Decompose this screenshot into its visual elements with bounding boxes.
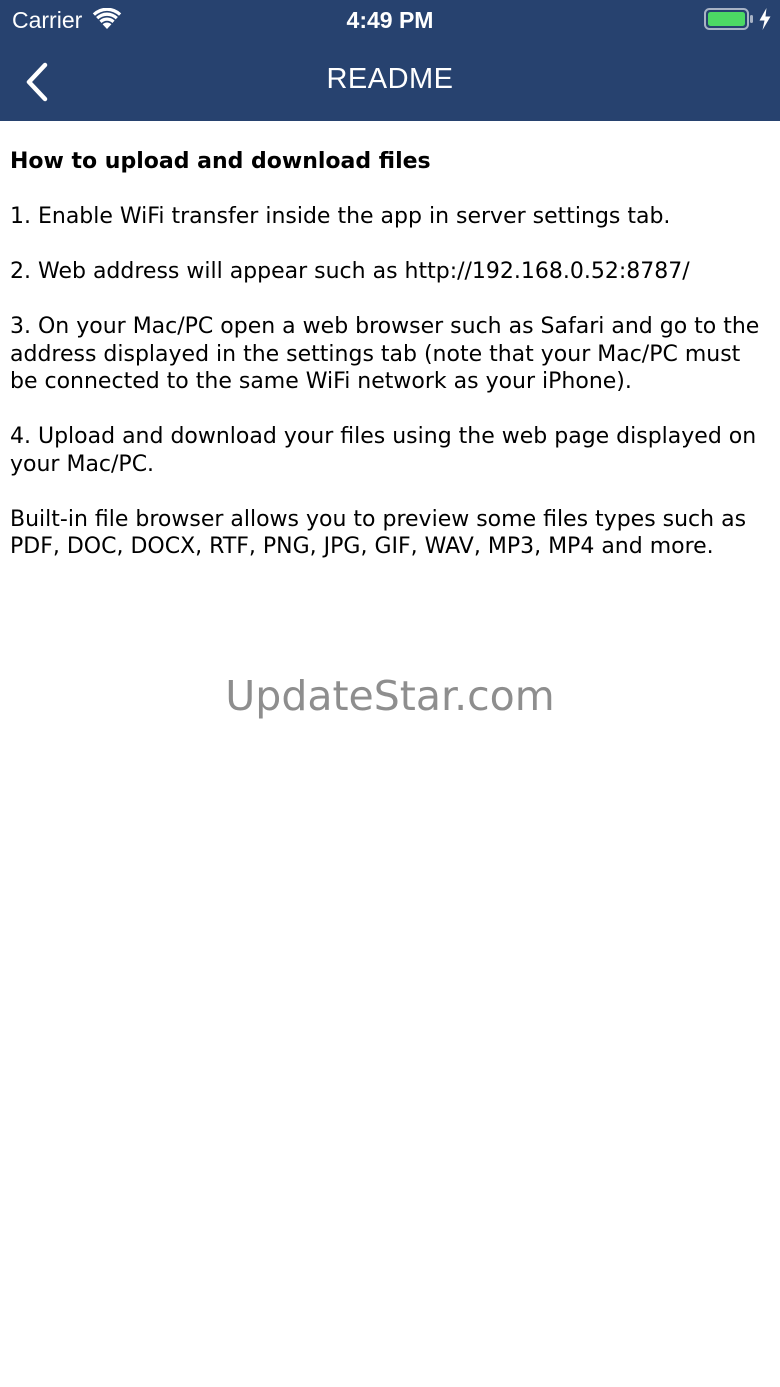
app-header: Carrier 4:49 PM README [0,0,780,121]
readme-paragraph: 1. Enable WiFi transfer inside the app i… [10,204,671,229]
readme-heading: How to upload and download files [10,149,431,174]
charging-bolt-icon [758,7,772,31]
readme-paragraph: 4. Upload and download your files using … [10,424,757,477]
readme-paragraph: 2. Web address will appear such as http:… [10,259,690,284]
battery-icon [704,8,754,30]
page-title: README [326,63,454,95]
status-time: 4:49 PM [346,7,434,33]
navigation-bar: README [0,40,780,121]
readme-paragraph: Built-in file browser allows you to prev… [10,506,747,560]
readme-paragraph: 3. On your Mac/PC open a web browser suc… [10,314,760,394]
watermark-text: UpdateStar.com [225,672,555,720]
readme-content: How to upload and download files 1. Enab… [10,148,770,588]
status-bar: Carrier 4:49 PM [0,0,780,40]
